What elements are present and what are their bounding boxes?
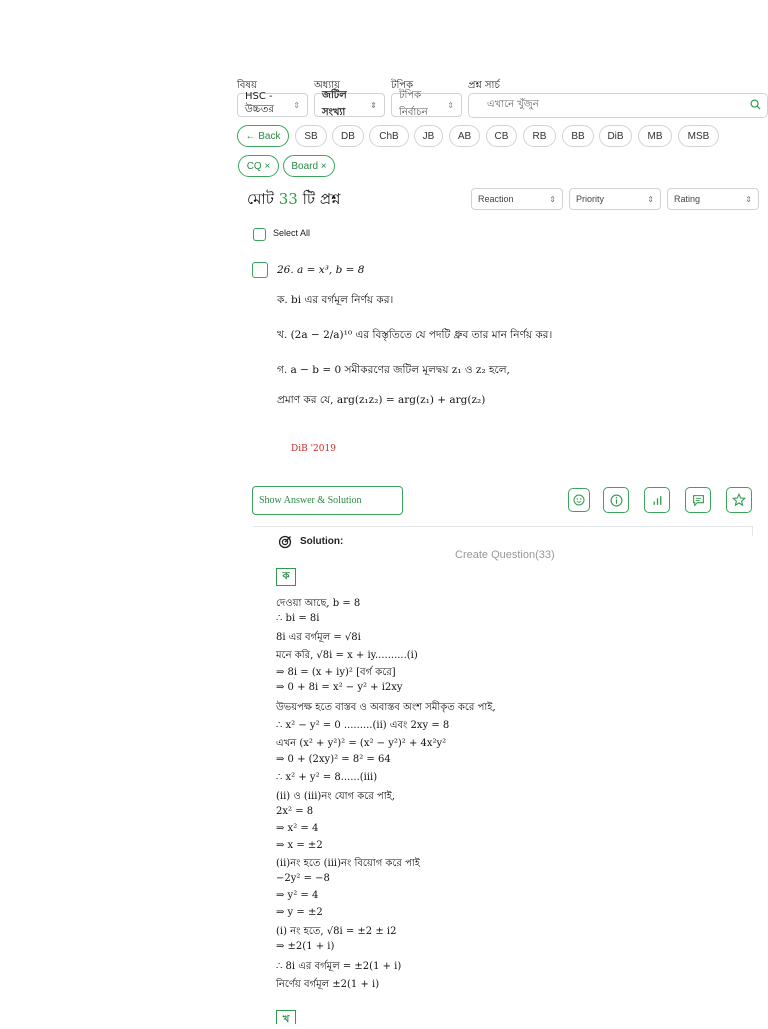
chapter-select-value: জটিল সংখ্যা [322,90,347,118]
solution-divider [253,526,753,527]
board-pill-cb[interactable]: CB [486,125,517,147]
reaction-select[interactable]: Reaction ⇕ [471,188,563,210]
question-part-kh: খ. (2a − 2/a)¹⁰ এর বিস্তৃতিতে যে পদটি ধ্… [277,329,553,341]
solution-line: ⇒ ±2(1 + i) [276,941,335,952]
solution-line: উভয়পক্ষ হতে বাস্তব ও অবাস্তব অংশ সমীকৃত… [276,702,496,713]
board-pill-dib[interactable]: DiB [599,125,632,147]
show-answer-button[interactable]: Show Answer & Solution [252,486,403,515]
solution-line: দেওয়া আছে, b = 8 [276,598,361,609]
tag-board-remove[interactable]: Board × [283,155,335,177]
solution-line: ⇒ 8i = (x + iy)² [বর্গ করে] [276,667,396,678]
solution-line: ⇒ y² = 4 [276,890,319,901]
board-pill-rb[interactable]: RB [523,125,556,147]
solution-line: এখন (x² + y²)² = (x² − y²)² + 4x²y² [276,738,447,749]
chevron-updown-icon: ⇕ [370,100,377,110]
solution-line: (i) নং হতে, √8i = ±2 ± i2 [276,926,397,937]
board-pill-bb[interactable]: BB [562,125,594,147]
board-pill-sb[interactable]: SB [295,125,327,147]
rating-select-value: Rating [674,194,701,204]
solution-title: Solution: [300,536,344,547]
emoji-icon[interactable] [568,488,590,512]
info-icon[interactable] [603,487,629,513]
solution-line: ∴ x² + y² = 8......(iii) [276,772,378,783]
solution-line: মনে করি, √8i = x + iy..........(i) [276,650,418,661]
solution-line: ∴ bi = 8i [276,613,320,624]
rating-select[interactable]: Rating ⇕ [667,188,759,210]
select-all-label: Select All [273,228,311,238]
count-number: 33 [278,190,298,208]
board-pill-mb[interactable]: MB [638,125,672,147]
question-part-g-prove: প্রমাণ কর যে, arg(z₁z₂) = arg(z₁) + arg(… [277,394,486,406]
back-button[interactable]: ← Back [237,125,289,147]
chevron-updown-icon: ⇕ [745,194,752,204]
chevron-updown-icon: ⇕ [447,100,454,110]
solution-line: 2x² = 8 [276,806,314,817]
count-suffix: টি প্রশ্ন [297,190,341,208]
chevron-updown-icon: ⇕ [293,100,300,110]
solution-line: (ii)নং হতে (iii)নং বিয়োগ করে পাই [276,858,421,869]
search-placeholder: এখানে খুঁজুন [487,99,539,110]
select-all-checkbox[interactable] [253,228,266,241]
target-icon [278,534,292,553]
solution-line: −2y² = −8 [276,873,330,884]
chevron-updown-icon: ⇕ [647,194,654,204]
board-pill-chb[interactable]: ChB [369,125,409,147]
chapter-select[interactable]: জটিল সংখ্যা ⇕ [314,90,385,118]
tag-cq-remove[interactable]: CQ × [238,155,279,177]
stats-icon[interactable] [644,487,670,513]
solution-line: 8i এর বর্গমূল = √8i [276,632,361,643]
question-part-k: ক. bi এর বর্গমূল নির্ণয় কর। [277,294,394,306]
subject-select[interactable]: HSC - উচ্চতর ⇕ [237,91,308,117]
solution-line: ⇒ x² = 4 [276,823,319,834]
question-count: মোট 33 টি প্রশ্ন [247,188,340,213]
subject-select-value: HSC - উচ্চতর [245,91,274,115]
board-pill-ab[interactable]: AB [449,125,480,147]
board-pill-db[interactable]: DB [332,125,364,147]
solution-line: ⇒ y = ±2 [276,907,323,918]
solution-line: নির্ণেয় বর্গমূল ±2(1 + i) [276,979,380,990]
count-prefix: মোট [247,190,279,208]
question-part-g: গ. a − b = 0 সমীকরণের জটিল মূলদ্বয় z₁ ও… [277,364,510,376]
search-icon[interactable] [750,99,761,113]
star-icon[interactable] [726,487,752,513]
solution-line: ⇒ 0 + (2xy)² = 8² = 64 [276,754,391,765]
reaction-select-value: Reaction [478,194,514,204]
board-pill-msb[interactable]: MSB [678,125,719,147]
comment-icon[interactable] [685,487,711,513]
create-question-link[interactable]: Create Question(33) [455,549,555,561]
solution-line: ∴ x² − y² = 0 .........(ii) এবং 2xy = 8 [276,720,450,731]
solution-line: (ii) ও (iii)নং যোগ করে পাই, [276,791,395,802]
question-stem: 26. a = x³, b = 8 [277,264,365,276]
priority-select-value: Priority [576,194,605,204]
solution-divider-edge [752,526,753,536]
solution-part-k-badge: ক [276,568,296,586]
board-year-tag: DiB '2019 [291,444,336,454]
search-input[interactable]: এখানে খুঁজুন [468,93,768,118]
solution-line: ∴ 8i এর বর্গমূল = ±2(1 + i) [276,961,402,972]
priority-select[interactable]: Priority ⇕ [569,188,661,210]
topic-select[interactable]: টপিক নির্বাচন ⇕ [391,90,462,118]
topic-select-placeholder: টপিক নির্বাচন [399,90,428,118]
chevron-updown-icon: ⇕ [549,194,556,204]
solution-line: ⇒ x = ±2 [276,840,323,851]
question-checkbox[interactable] [252,262,268,278]
solution-part-kh-badge: খ [276,1010,296,1025]
board-pill-jb[interactable]: JB [414,125,443,147]
solution-line: ⇒ 0 + 8i = x² − y² + i2xy [276,682,403,693]
